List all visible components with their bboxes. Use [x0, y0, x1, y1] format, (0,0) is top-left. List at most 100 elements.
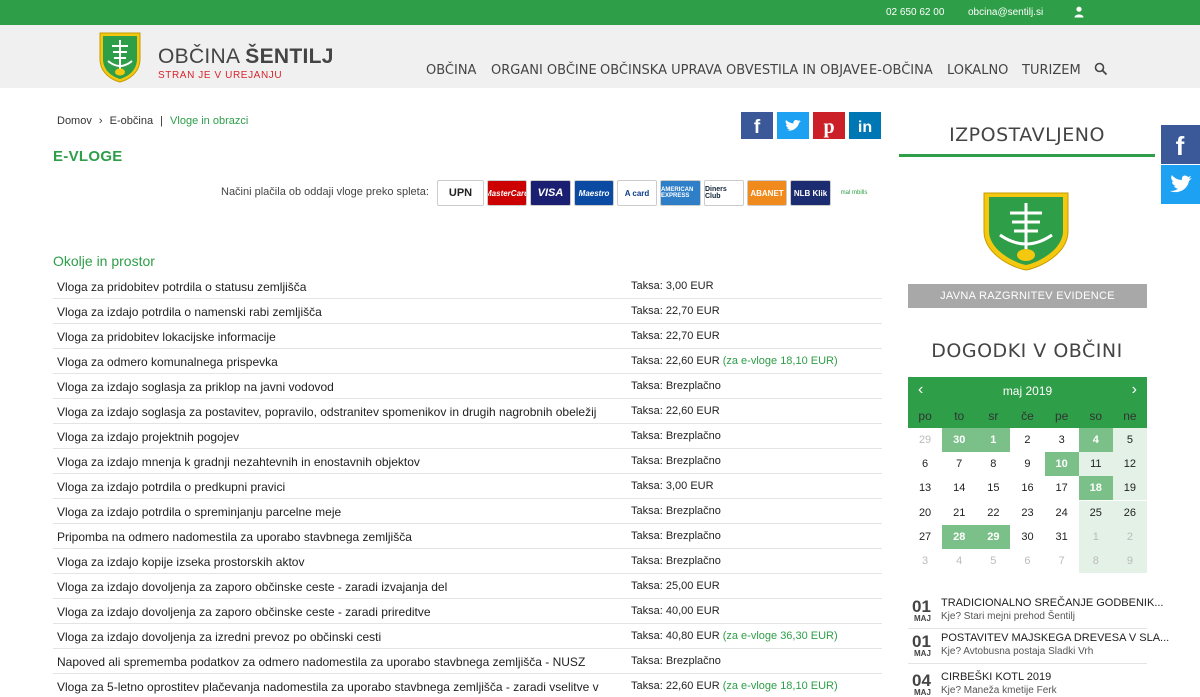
event-title[interactable]: POSTAVITEV MAJSKEGA DREVESA V SLA...	[941, 632, 1169, 644]
calendar-day[interactable]: 25	[1078, 500, 1113, 525]
calendar-day[interactable]: 29	[908, 428, 942, 452]
calendar-day[interactable]: 6	[1010, 549, 1044, 573]
calendar-day[interactable]: 9	[1010, 452, 1044, 476]
calendar-day[interactable]: 13	[908, 476, 942, 500]
form-fee: Taksa: Brezplačno	[631, 530, 721, 542]
event-title[interactable]: TRADICIONALNO SREČANJE GODBENIK...	[941, 597, 1163, 609]
calendar-day[interactable]: 8	[1078, 549, 1113, 573]
floating-facebook-button[interactable]: f	[1161, 125, 1200, 164]
calendar-day[interactable]: 9	[1112, 549, 1147, 573]
calendar-day[interactable]: 7	[942, 452, 976, 476]
share-twitter-button[interactable]	[777, 112, 809, 139]
calendar-day-event[interactable]: 4	[1078, 428, 1113, 452]
form-link[interactable]: Vloga za izdajo potrdila o namenski rabi…	[57, 305, 322, 319]
form-row: Vloga za izdajo soglasja za priklop na j…	[53, 374, 882, 399]
calendar-day[interactable]: 2	[1112, 524, 1147, 549]
nav-lokalno[interactable]: LOKALNO	[947, 63, 1008, 78]
calendar-day-event[interactable]: 1	[976, 428, 1011, 452]
calendar-day[interactable]: 27	[908, 525, 942, 549]
calendar-day-event[interactable]: 28	[942, 524, 977, 549]
coat-of-arms-logo[interactable]	[98, 31, 142, 83]
nav-e-obcina[interactable]: E-OBČINA	[869, 63, 933, 78]
form-link[interactable]: Vloga za pridobitev potrdila o statusu z…	[57, 280, 306, 294]
form-link[interactable]: Vloga za 5-letno oprostitev plačevanja n…	[57, 680, 599, 694]
form-row: Vloga za izdajo soglasja za postavitev, …	[53, 399, 882, 424]
search-icon[interactable]	[1094, 62, 1108, 76]
event-title[interactable]: CIRBEŠKI KOTL 2019	[941, 671, 1051, 683]
phone-link[interactable]: 02 650 62 00	[886, 7, 944, 18]
form-link[interactable]: Pripomba na odmero nadomestila za uporab…	[57, 530, 412, 544]
calendar-day[interactable]: 24	[1045, 501, 1079, 525]
calendar-day[interactable]: 1	[1078, 524, 1113, 549]
calendar-day[interactable]: 6	[908, 452, 942, 476]
calendar-day[interactable]: 15	[976, 476, 1010, 500]
nav-obcinska-uprava[interactable]: OBČINSKA UPRAVA	[600, 63, 722, 78]
form-link[interactable]: Vloga za izdajo potrdila o predkupni pra…	[57, 480, 285, 494]
nav-turizem[interactable]: TURIZEM	[1022, 63, 1081, 78]
share-pinterest-button[interactable]: p	[813, 112, 845, 139]
form-fee: Taksa: 40,00 EUR	[631, 605, 720, 617]
user-icon[interactable]	[1074, 6, 1084, 18]
calendar-day[interactable]: 3	[908, 549, 942, 573]
form-link[interactable]: Vloga za odmero komunalnega prispevka	[57, 355, 278, 369]
calendar-month: maj 2019	[1002, 384, 1053, 398]
calendar-next-button[interactable]: ›	[1132, 381, 1137, 399]
form-link[interactable]: Vloga za izdajo soglasja za priklop na j…	[57, 380, 334, 394]
calendar-day[interactable]: 16	[1010, 476, 1044, 500]
calendar-day[interactable]: 17	[1045, 476, 1079, 500]
email-link[interactable]: obcina@sentilj.si	[968, 7, 1043, 18]
calendar-day[interactable]: 2	[1010, 428, 1044, 452]
twitter-icon	[777, 112, 809, 139]
calendar-day[interactable]: 11	[1078, 452, 1113, 477]
calendar-day[interactable]: 5	[976, 549, 1010, 573]
calendar-day-event[interactable]: 29	[976, 524, 1011, 549]
form-fee: Taksa: 22,60 EUR (za e-vloge 18,10 EUR)	[631, 680, 838, 692]
event-item[interactable]: 01 MAJ POSTAVITEV MAJSKEGA DREVESA V SLA..…	[908, 632, 1169, 658]
nav-organi-obcine[interactable]: ORGANI OBČINE	[491, 63, 597, 78]
pinterest-icon: p	[813, 112, 845, 139]
calendar-day[interactable]: 26	[1112, 500, 1147, 525]
breadcrumb-e-obcina[interactable]: E-občina	[110, 115, 153, 127]
form-link[interactable]: Vloga za izdajo dovoljenja za zaporo obč…	[57, 605, 431, 619]
brand-title[interactable]: OBČINA ŠENTILJ	[158, 45, 334, 69]
calendar-day[interactable]: 31	[1045, 525, 1079, 549]
nav-obcina[interactable]: OBČINA	[426, 63, 476, 78]
calendar-day[interactable]: 21	[942, 501, 976, 525]
form-link[interactable]: Vloga za izdajo dovoljenja za izredni pr…	[57, 630, 381, 644]
calendar-day[interactable]: 5	[1112, 428, 1147, 452]
event-item[interactable]: 01 MAJ TRADICIONALNO SREČANJE GODBENIK... K…	[908, 597, 1163, 623]
calendar-day[interactable]: 30	[1010, 525, 1044, 549]
coat-of-arms-image[interactable]	[980, 191, 1072, 271]
calendar-day-event[interactable]: 18	[1078, 476, 1113, 501]
calendar-day[interactable]: 3	[1045, 428, 1079, 452]
top-bar: 02 650 62 00 obcina@sentilj.si	[0, 0, 1200, 25]
form-link[interactable]: Vloga za izdajo kopije izseka prostorski…	[57, 555, 304, 569]
share-linkedin-button[interactable]: in	[849, 112, 881, 139]
form-link[interactable]: Vloga za izdajo soglasja za postavitev, …	[57, 405, 596, 419]
calendar-day[interactable]: 8	[976, 452, 1010, 476]
calendar-day[interactable]: 20	[908, 501, 942, 525]
calendar-day[interactable]: 22	[976, 501, 1010, 525]
calendar-day[interactable]: 19	[1112, 476, 1147, 501]
javna-razgrnitev-button[interactable]: JAVNA RAZGRNITEV EVIDENCE	[908, 284, 1147, 308]
form-fee: Taksa: 22,70 EUR	[631, 305, 720, 317]
breadcrumb-home[interactable]: Domov	[57, 115, 92, 127]
calendar-day[interactable]: 12	[1112, 452, 1147, 477]
calendar-day[interactable]: 4	[942, 549, 976, 573]
form-fee: Taksa: Brezplačno	[631, 455, 721, 467]
form-link[interactable]: Vloga za izdajo dovoljenja za zaporo obč…	[57, 580, 447, 594]
form-link[interactable]: Vloga za izdajo projektnih pogojev	[57, 430, 239, 444]
form-link[interactable]: Vloga za pridobitev lokacijske informaci…	[57, 330, 276, 344]
calendar-day[interactable]: 14	[942, 476, 976, 500]
floating-twitter-button[interactable]	[1161, 165, 1200, 204]
share-facebook-button[interactable]: f	[741, 112, 773, 139]
calendar-day-event[interactable]: 30	[942, 428, 977, 452]
form-link[interactable]: Napoved ali sprememba podatkov za odmero…	[57, 655, 585, 669]
form-link[interactable]: Vloga za izdajo potrdila o spreminjanju …	[57, 505, 341, 519]
calendar-day[interactable]: 23	[1010, 501, 1044, 525]
form-link[interactable]: Vloga za izdajo mnenja k gradnji nezahte…	[57, 455, 420, 469]
event-item[interactable]: 04 MAJ CIRBEŠKI KOTL 2019 Kje? Maneža kmeti…	[908, 671, 1147, 697]
nav-obvestila-in-objave[interactable]: OBVESTILA IN OBJAVE	[726, 63, 868, 78]
calendar-day-event[interactable]: 10	[1044, 452, 1079, 477]
calendar-day[interactable]: 7	[1045, 549, 1079, 573]
